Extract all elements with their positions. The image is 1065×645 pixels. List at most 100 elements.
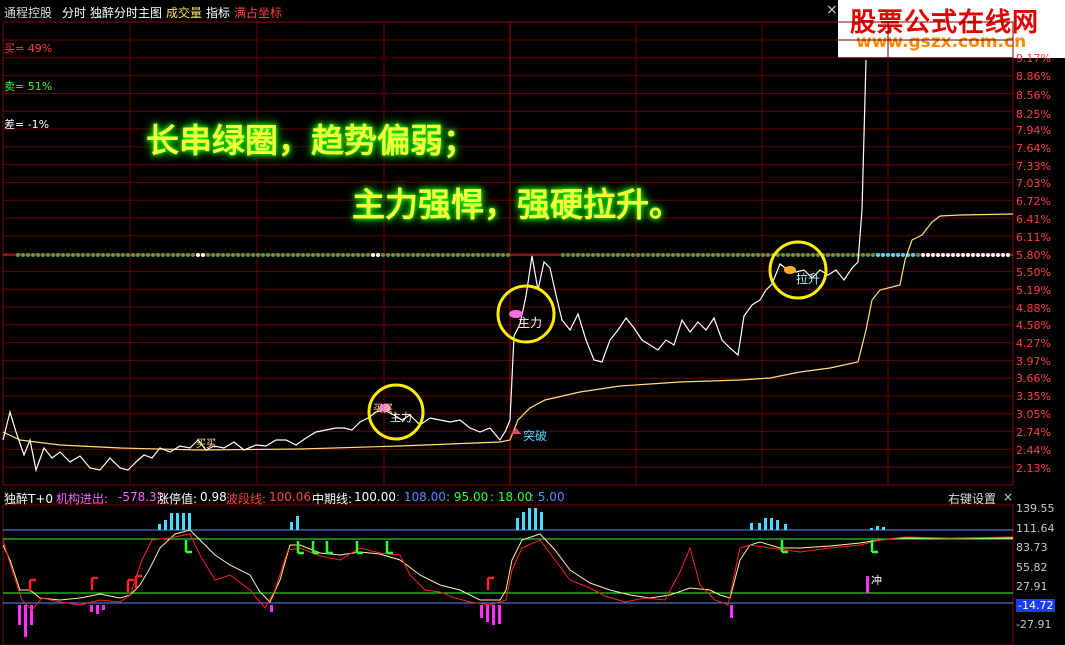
signal-dot <box>616 253 620 257</box>
signal-dot <box>286 253 290 257</box>
sell-ratio-label: 卖= 51% <box>4 80 53 93</box>
signal-dot <box>976 253 980 257</box>
signal-dot <box>841 253 845 257</box>
buy-annotation-2: 买买 <box>373 404 393 415</box>
signal-dot <box>386 253 390 257</box>
price-tick: 3.35% <box>1016 390 1051 403</box>
limit-value: 0.98 <box>200 490 227 504</box>
signal-dot <box>486 253 490 257</box>
caption-line-1: 长串绿圈，趋势偏弱； <box>146 121 476 160</box>
price-tick: 2.74% <box>1016 426 1051 439</box>
signal-dot <box>501 253 505 257</box>
signal-dot <box>416 253 420 257</box>
level-value-1: : 108.00 <box>396 490 446 504</box>
indicator-bar <box>750 523 753 530</box>
signal-dot <box>706 253 710 257</box>
signal-dot <box>566 253 570 257</box>
indicator-bar <box>866 576 869 593</box>
signal-dot <box>391 253 395 257</box>
price-tick: 8.86% <box>1016 70 1051 83</box>
indicator-tick: 139.55 <box>1016 502 1055 515</box>
signal-dot <box>256 253 260 257</box>
signal-dot <box>461 253 465 257</box>
signal-dot <box>116 253 120 257</box>
signal-dot <box>756 253 760 257</box>
signal-dot <box>216 253 220 257</box>
indicator-bar <box>158 524 161 530</box>
signal-dot <box>751 253 755 257</box>
signal-dot <box>366 253 370 257</box>
signal-dot <box>301 253 305 257</box>
signal-dot <box>931 253 935 257</box>
lift-annotation: 拉升 <box>796 272 821 286</box>
indicator-bar <box>776 520 779 530</box>
signal-dot <box>321 253 325 257</box>
signal-dot <box>236 253 240 257</box>
indicator-close-icon[interactable]: × <box>1003 490 1013 504</box>
signal-dot <box>761 253 765 257</box>
price-tick: 7.03% <box>1016 177 1051 190</box>
indicator-bar <box>498 605 501 624</box>
settings-button[interactable]: 右键设置 <box>948 490 996 507</box>
signal-dot <box>481 253 485 257</box>
indicator-tick-current: -14.72 <box>1016 599 1056 612</box>
level-value-4: : 5.00 <box>530 490 565 504</box>
indicator-bar <box>486 605 489 622</box>
indicator-bar <box>176 513 179 530</box>
price-tick: 6.11% <box>1016 231 1051 244</box>
indicator-bar <box>296 516 299 530</box>
signal-dot <box>156 253 160 257</box>
signal-dot <box>896 253 900 257</box>
signal-dot <box>936 253 940 257</box>
main-force-annotation: 主力 <box>518 316 543 330</box>
signal-dot <box>21 253 25 257</box>
signal-dot <box>901 253 905 257</box>
indicator-line-red <box>2 533 1014 611</box>
price-tick: 2.13% <box>1016 462 1051 475</box>
wave-label: 波段线: <box>226 492 267 506</box>
breakout-annotation: 突破 <box>523 429 548 443</box>
signal-dot <box>826 253 830 257</box>
signal-dot <box>211 253 215 257</box>
main-force-small-annotation: 主力 <box>390 411 412 424</box>
signal-dot <box>736 253 740 257</box>
signal-dot <box>831 253 835 257</box>
signal-dot <box>866 253 870 257</box>
signal-dot <box>276 253 280 257</box>
signal-dot <box>91 253 95 257</box>
signal-dot <box>491 253 495 257</box>
signal-dot <box>571 253 575 257</box>
indicator-bar <box>540 512 543 530</box>
signal-dot <box>836 253 840 257</box>
signal-dot <box>806 253 810 257</box>
signal-dot <box>396 253 400 257</box>
level-value-2: : 95.00 <box>446 490 489 504</box>
signal-dot <box>206 253 210 257</box>
signal-dot <box>341 253 345 257</box>
signal-dot <box>731 253 735 257</box>
signal-dot <box>166 253 170 257</box>
signal-dot <box>941 253 945 257</box>
signal-dot <box>926 253 930 257</box>
price-tick: 9.17% <box>1016 52 1051 65</box>
price-tick: 7.33% <box>1016 160 1051 173</box>
signal-dot <box>141 253 145 257</box>
signal-dot <box>786 253 790 257</box>
signal-dot <box>801 253 805 257</box>
signal-dot <box>146 253 150 257</box>
signal-dot <box>431 253 435 257</box>
signal-dot <box>1006 253 1010 257</box>
signal-dot <box>876 253 880 257</box>
signal-dot <box>651 253 655 257</box>
indicator-name[interactable]: 独醉T+0 <box>4 490 53 507</box>
signal-dot <box>646 253 650 257</box>
signal-dot <box>861 253 865 257</box>
signal-dot <box>61 253 65 257</box>
signal-dot <box>726 253 730 257</box>
mid-value: 100.00 <box>354 490 396 504</box>
price-tick: 6.41% <box>1016 213 1051 226</box>
indicator-tick: -27.91 <box>1016 618 1052 631</box>
signal-dot <box>176 253 180 257</box>
indicator-bar <box>90 605 93 612</box>
signal-dot <box>81 253 85 257</box>
